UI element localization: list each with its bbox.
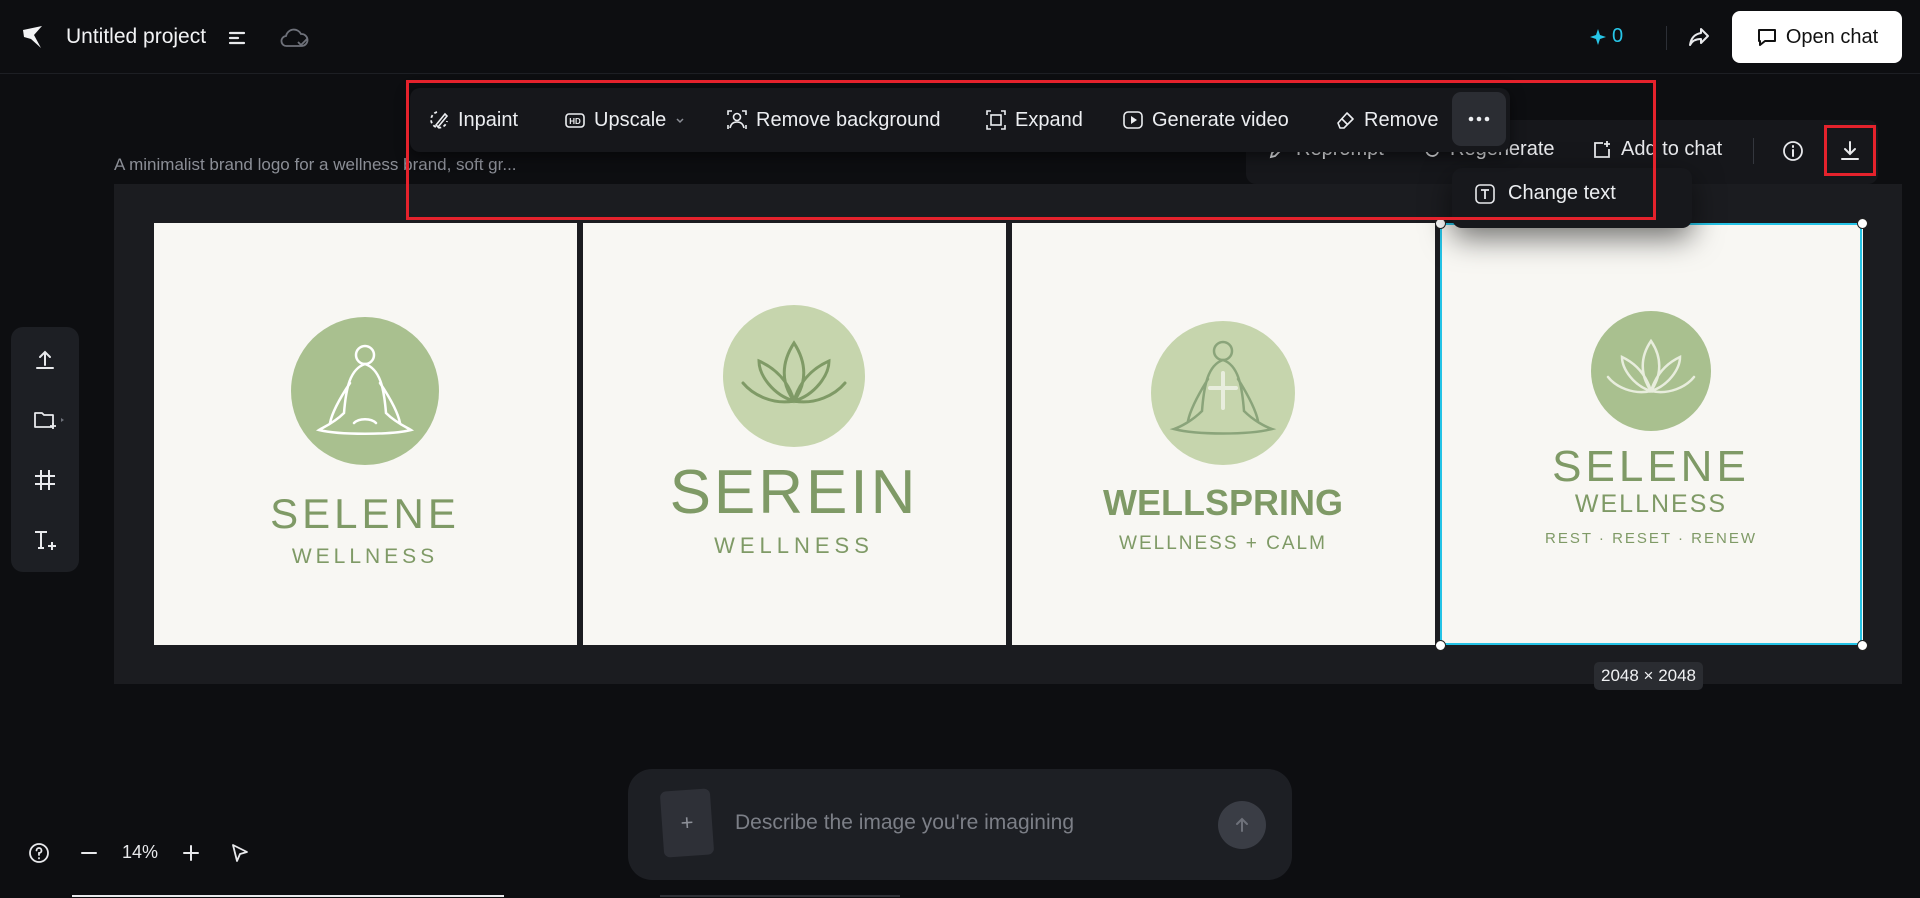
- image-dimensions-label: 2048 × 2048: [1594, 662, 1704, 690]
- open-chat-button[interactable]: Open chat: [1732, 11, 1902, 63]
- add-text-icon[interactable]: [32, 527, 58, 553]
- horizontal-scrollbar[interactable]: [72, 895, 504, 897]
- credits-indicator[interactable]: 0: [1590, 25, 1623, 48]
- resize-handle-bottom-left[interactable]: [1435, 640, 1446, 651]
- divider: [1753, 138, 1754, 164]
- annotation-box-download: [1824, 125, 1876, 176]
- logo-meditation-cross: WELLSPRING WELLNESS + CALM: [1103, 321, 1343, 554]
- attach-image-button[interactable]: +: [659, 788, 715, 858]
- resize-handle-bottom-right[interactable]: [1857, 640, 1868, 651]
- app-logo-icon[interactable]: [20, 24, 46, 50]
- sparkle-icon: [1590, 28, 1606, 45]
- credits-count: 0: [1612, 25, 1624, 47]
- send-button[interactable]: [1218, 801, 1266, 849]
- project-title[interactable]: Untitled project: [66, 25, 206, 49]
- logo-lotus: SEREIN WELLNESS: [670, 305, 919, 558]
- open-chat-label: Open chat: [1785, 25, 1879, 48]
- logo-sub-text: WELLNESS: [292, 545, 438, 568]
- zoom-in-icon[interactable]: [179, 841, 203, 865]
- generated-image-1[interactable]: SELENE WELLNESS: [154, 223, 577, 645]
- plus-icon: +: [679, 809, 695, 836]
- annotation-box-toolbar: [406, 80, 1656, 220]
- pointer-select-icon[interactable]: [228, 841, 252, 865]
- info-icon[interactable]: [1781, 139, 1805, 163]
- zoom-level[interactable]: 14%: [122, 842, 158, 863]
- help-icon[interactable]: [27, 841, 51, 865]
- top-bar: Untitled project 0 Open chat: [0, 0, 1920, 74]
- left-tool-rail: [11, 327, 79, 572]
- scroll-track: [660, 895, 900, 897]
- generated-image-2[interactable]: SEREIN WELLNESS: [583, 223, 1006, 645]
- logo-sub-text: WELLNESS + CALM: [1119, 533, 1327, 554]
- selection-frame: [1440, 223, 1862, 645]
- share-icon[interactable]: [1686, 24, 1712, 50]
- logo-brand-text: SELENE: [270, 490, 460, 537]
- frame-icon[interactable]: [32, 467, 58, 493]
- resize-handle-top-right[interactable]: [1857, 218, 1868, 229]
- logo-brand-text: SEREIN: [670, 458, 919, 527]
- menu-icon[interactable]: [226, 26, 250, 50]
- divider: [1666, 26, 1667, 50]
- add-folder-icon[interactable]: [32, 407, 66, 433]
- zoom-out-icon[interactable]: [77, 841, 101, 865]
- prompt-input[interactable]: Describe the image you're imagining: [735, 811, 1074, 835]
- logo-meditating-figure: SELENE WELLNESS: [270, 317, 460, 568]
- logo-brand-text: WELLSPRING: [1103, 482, 1343, 523]
- chat-bubble-icon: [1757, 29, 1776, 46]
- generated-image-3[interactable]: WELLSPRING WELLNESS + CALM: [1012, 223, 1435, 645]
- arrow-up-icon: [1236, 817, 1248, 832]
- cloud-saved-icon: [278, 25, 310, 51]
- logo-sub-text: WELLNESS: [714, 533, 874, 558]
- upload-icon[interactable]: [32, 347, 58, 373]
